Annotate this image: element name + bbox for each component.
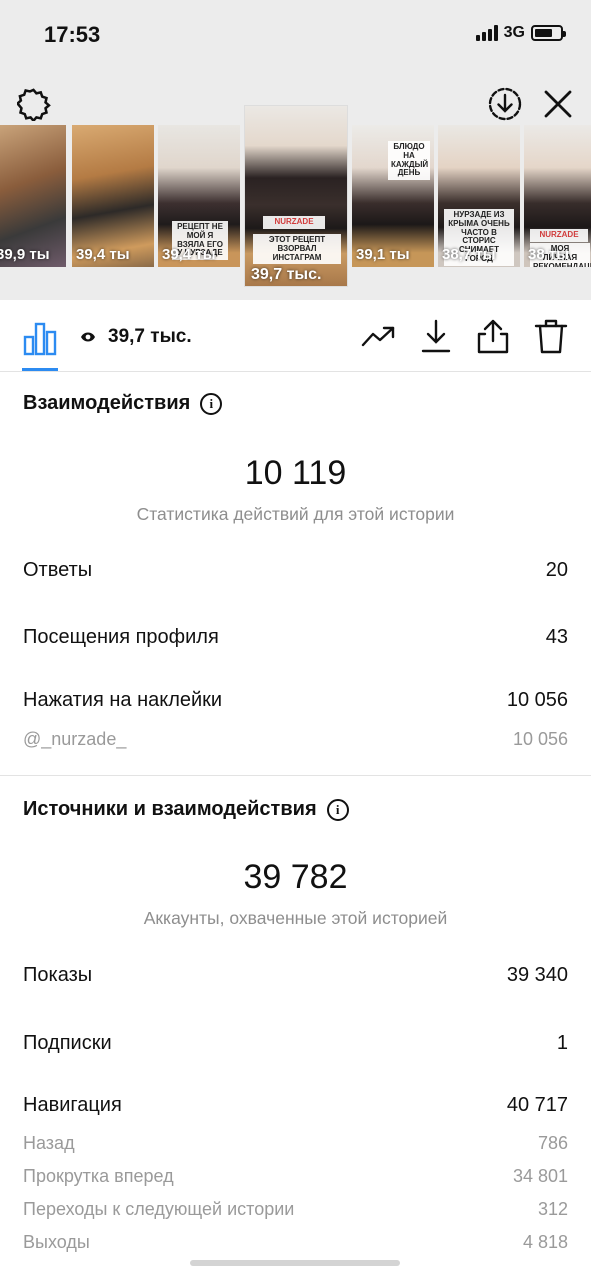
story-thumbnail[interactable]: НУРЗАДЕ ИЗ КРЫМА ОЧЕНЬ ЧАСТО В СТОРИС СН… [438, 125, 520, 267]
stat-label: Показы [23, 964, 93, 986]
stat-subvalue: 34 801 [512, 1166, 568, 1186]
stat-value: 39 340 [506, 964, 568, 986]
status-bar: 17:53 3G [0, 0, 591, 70]
insights-toolbar: 39,7 тыс. [0, 300, 591, 372]
settings-gear-icon[interactable] [14, 84, 54, 124]
stat-label: Нажатия на наклейки [23, 689, 223, 711]
stat-subrow-exits: Выходы 4 818 [23, 1232, 568, 1253]
stat-subrow-next-story: Переходы к следующей истории 312 [23, 1199, 568, 1220]
home-indicator[interactable] [190, 1260, 400, 1266]
stat-subvalue: 4 818 [522, 1232, 568, 1252]
stat-row-replies: Ответы 20 [23, 559, 568, 582]
story-views: 39,9 ты [0, 246, 50, 263]
story-views: 39,4 ты [162, 246, 216, 263]
stat-row-sticker-taps: Нажатия на наклейки 10 056 [23, 689, 568, 712]
views-count-label: 39,7 тыс. [108, 326, 192, 347]
story-mention-tag: NURZADE [263, 216, 325, 229]
stat-label: Посещения профиля [23, 626, 219, 648]
stat-label: Навигация [23, 1094, 122, 1116]
story-thumbnail-active[interactable]: NURZADE ЭТОТ РЕЦЕПТ ВЗОРВАЛ ИНСТАГРАМ 39… [244, 105, 348, 287]
interactions-heading: Взаимодействия i [23, 392, 223, 415]
status-time: 17:53 [44, 22, 101, 47]
story-thumbnail[interactable]: 39,4 ты [72, 125, 154, 267]
active-tab-indicator [22, 368, 58, 371]
stat-sublabel: Выходы [23, 1232, 90, 1252]
stat-subrow-sticker: @_nurzade_ 10 056 [23, 729, 568, 750]
trending-icon[interactable] [360, 318, 396, 354]
views-count[interactable]: 39,7 тыс. [80, 326, 192, 348]
battery-icon [531, 25, 566, 41]
stat-subvalue: 312 [537, 1199, 568, 1219]
story-views: 38,7 ты [442, 246, 496, 263]
story-thumbnail[interactable]: РЕЦЕПТ НЕ МОЙ Я ВЗЯЛА ЕГО У НУРЗАДЕ 39,4… [158, 125, 240, 267]
eye-icon [81, 332, 95, 342]
interactions-title: Взаимодействия [23, 392, 191, 414]
story-thumbnails: 39,9 ты 39,4 ты РЕЦЕПТ НЕ МОЙ Я ВЗЯЛА ЕГ… [0, 105, 591, 287]
save-download-icon[interactable] [485, 84, 525, 124]
sources-title: Источники и взаимодействия [23, 798, 317, 820]
stat-value: 43 [545, 626, 568, 648]
stat-value: 20 [545, 559, 568, 581]
story-caption: ЭТОТ РЕЦЕПТ ВЗОРВАЛ ИНСТАГРАМ [253, 234, 341, 265]
story-views: 38 ты [528, 246, 570, 263]
sources-heading: Источники и взаимодействия i [23, 798, 349, 821]
stat-value: 10 056 [506, 689, 568, 711]
info-icon[interactable]: i [326, 798, 349, 821]
stat-sublabel: Прокрутка вперед [23, 1166, 174, 1186]
story-views: 39,7 тыс. [251, 266, 322, 283]
stat-value: 1 [556, 1032, 568, 1054]
interactions-total: 10 119 [244, 454, 347, 492]
stat-value: 40 717 [506, 1094, 568, 1116]
info-icon[interactable]: i [200, 392, 223, 415]
stat-sublabel: Переходы к следующей истории [23, 1199, 295, 1219]
story-views: 39,4 ты [76, 246, 130, 263]
sources-total: 39 782 [243, 858, 348, 896]
close-icon[interactable] [538, 84, 578, 124]
download-icon[interactable] [418, 318, 454, 354]
stat-row-follows: Подписки 1 [23, 1032, 568, 1055]
stat-subrow-back: Назад 786 [23, 1133, 568, 1154]
trash-icon[interactable] [533, 318, 569, 354]
stat-label: Ответы [23, 559, 93, 581]
story-mention-tag: NURZADE [530, 229, 588, 242]
interactions-total-label: Статистика действий для этой истории [136, 504, 455, 524]
story-thumbnail[interactable]: БЛЮДО НА КАЖДЫЙ ДЕНЬ 39,1 ты [352, 125, 434, 267]
stat-label: Подписки [23, 1032, 112, 1054]
stat-subvalue: 786 [537, 1133, 568, 1153]
signal-icon [475, 25, 498, 41]
network-type: 3G [503, 24, 525, 41]
stat-subrow-forward: Прокрутка вперед 34 801 [23, 1166, 568, 1187]
story-views: 39,1 ты [356, 246, 410, 263]
story-caption: БЛЮДО НА КАЖДЫЙ ДЕНЬ [388, 141, 430, 181]
section-divider [0, 775, 591, 776]
sources-total-label: Аккаунты, охваченные этой историей [143, 908, 448, 928]
stat-subvalue: 10 056 [512, 729, 568, 749]
stat-sublabel: @_nurzade_ [23, 729, 127, 749]
stat-row-profile-visits: Посещения профиля 43 [23, 626, 568, 649]
bar-chart-icon[interactable] [22, 320, 58, 356]
stat-row-impressions: Показы 39 340 [23, 964, 568, 987]
story-thumbnail[interactable]: NURZADE МОЯ ЛИЧНАЯ РЕКОМЕНДАЦИЯ 38 ты [524, 125, 591, 267]
status-indicators: 3G [475, 24, 566, 42]
story-thumbnail[interactable]: 39,9 ты [0, 125, 66, 267]
share-icon[interactable] [475, 318, 511, 354]
stat-row-navigation: Навигация 40 717 [23, 1094, 568, 1117]
stat-sublabel: Назад [23, 1133, 75, 1153]
story-header: 17:53 3G 39,9 ты 39,4 ты РЕЦЕПТ НЕ МОЙ Я… [0, 0, 591, 300]
